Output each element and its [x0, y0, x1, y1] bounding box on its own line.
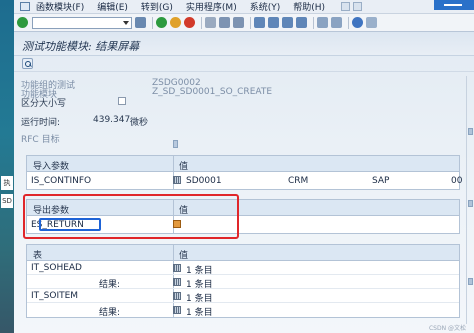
rfc-target-label: RFC 目标 — [21, 135, 60, 145]
toolbar-separator — [313, 16, 314, 29]
command-field[interactable] — [32, 16, 132, 29]
runtime-value: 439.347 — [93, 115, 131, 125]
table-header: 表 值 — [27, 245, 459, 261]
value-field-4: 00 — [451, 176, 463, 186]
table-row[interactable]: IT_SOHEAD 1 条目 — [27, 261, 459, 276]
toolbar-separator — [348, 16, 349, 29]
structure-icon[interactable] — [173, 176, 181, 184]
minimize-icon — [444, 4, 462, 6]
help-icon[interactable] — [352, 17, 363, 28]
scroll-marker — [468, 128, 473, 135]
desktop-fragment-2: SD — [1, 194, 13, 208]
layout-icon[interactable] — [341, 2, 351, 11]
column-separator — [173, 156, 174, 171]
toolbar-separator — [201, 16, 202, 29]
menu-utilities[interactable]: 实用程序(M) — [186, 0, 237, 13]
table-row[interactable]: IT_SOITEM 1 条目 — [27, 289, 459, 304]
scroll-marker — [468, 200, 473, 207]
table-row[interactable]: 结果: 1 条目 — [27, 303, 459, 318]
result-label: 结果: — [99, 308, 121, 318]
exit-icon[interactable] — [170, 17, 181, 28]
find-icon[interactable] — [219, 17, 230, 28]
column-separator — [173, 245, 174, 260]
standard-toolbar — [14, 14, 474, 32]
toolbar-separator — [250, 16, 251, 29]
import-parameters-table: 导入参数 值 IS_CONTINFO SD0001 CRM SAP 00 — [26, 155, 463, 190]
table-row[interactable]: 结果: 1 条目 — [27, 275, 459, 290]
red-highlight-box — [23, 194, 239, 239]
toolbar-separator — [152, 16, 153, 29]
previous-page-icon[interactable] — [268, 17, 279, 28]
rfc-target-marker[interactable] — [173, 140, 178, 148]
table-icon[interactable] — [173, 278, 181, 286]
main-screen: 测试功能模块: 结果屏幕 功能组的测试 ZSDG0002 功能模块 Z_SD_S… — [14, 32, 474, 333]
back-icon[interactable] — [156, 17, 167, 28]
right-scroll-edge[interactable] — [466, 76, 474, 324]
value-field-2: CRM — [288, 176, 309, 186]
value-field-3: SAP — [372, 176, 390, 186]
print-icon[interactable] — [205, 17, 216, 28]
case-sensitive-checkbox[interactable] — [118, 97, 126, 105]
application-toolbar — [14, 56, 474, 72]
last-page-icon[interactable] — [296, 17, 307, 28]
table-row[interactable]: IS_CONTINFO SD0001 CRM SAP 00 — [27, 172, 463, 189]
menu-edit[interactable]: 编辑(E) — [97, 0, 128, 13]
runtime-unit: 微秒 — [130, 118, 149, 128]
window-minimize-button[interactable] — [434, 0, 474, 10]
column-header-parameter: 导入参数 — [33, 162, 70, 172]
entry-count: 1 条目 — [186, 308, 213, 318]
new-session-icon[interactable] — [317, 17, 328, 28]
screen-title: 测试功能模块: 结果屏幕 — [22, 40, 140, 53]
cancel-icon[interactable] — [184, 17, 195, 28]
find-next-icon[interactable] — [233, 17, 244, 28]
first-page-icon[interactable] — [254, 17, 265, 28]
sap-window-icon[interactable] — [20, 2, 30, 11]
table-header: 导入参数 值 — [27, 156, 459, 172]
column-header-value: 值 — [179, 162, 189, 172]
menu-bar: 函数模块(F) 编辑(E) 转到(G) 实用程序(M) 系统(Y) 帮助(H) — [14, 0, 474, 14]
menu-function-module[interactable]: 函数模块(F) — [36, 0, 84, 13]
column-header-parameter: 表 — [33, 251, 43, 261]
tables-table: 表 值 IT_SOHEAD 1 条目 结果: 1 条目 IT_SOITEM 1 … — [26, 244, 460, 318]
menu-help[interactable]: 帮助(H) — [293, 0, 325, 13]
table-icon[interactable] — [173, 264, 181, 272]
param-name: IT_SOITEM — [31, 291, 79, 301]
runtime-label: 运行时间: — [21, 118, 61, 128]
function-module-value: Z_SD_SD0001_SO_CREATE — [152, 87, 273, 97]
table-icon[interactable] — [173, 306, 181, 314]
table-icon[interactable] — [173, 292, 181, 300]
desktop-fragment-1: 执 — [1, 176, 13, 190]
search-icon[interactable] — [22, 58, 33, 69]
shortcut-icon[interactable] — [331, 17, 342, 28]
menu-system[interactable]: 系统(Y) — [250, 0, 281, 13]
scroll-marker — [468, 278, 473, 285]
value-field-1: SD0001 — [186, 176, 222, 186]
watermark: CSDN @文松 — [428, 325, 466, 332]
save-icon[interactable] — [135, 17, 146, 28]
menu-goto[interactable]: 转到(G) — [141, 0, 173, 13]
customize-icon[interactable] — [353, 2, 363, 11]
column-header-value: 值 — [179, 251, 189, 261]
enter-icon[interactable] — [17, 17, 28, 28]
desktop-left-strip: 执 SD — [0, 0, 14, 333]
next-page-icon[interactable] — [282, 17, 293, 28]
param-name: IT_SOHEAD — [31, 263, 82, 273]
layout-menu-icon[interactable] — [366, 17, 377, 28]
case-sensitive-label: 区分大小写 — [21, 99, 67, 109]
param-name: IS_CONTINFO — [31, 176, 92, 186]
title-bar: 测试功能模块: 结果屏幕 — [14, 32, 474, 56]
